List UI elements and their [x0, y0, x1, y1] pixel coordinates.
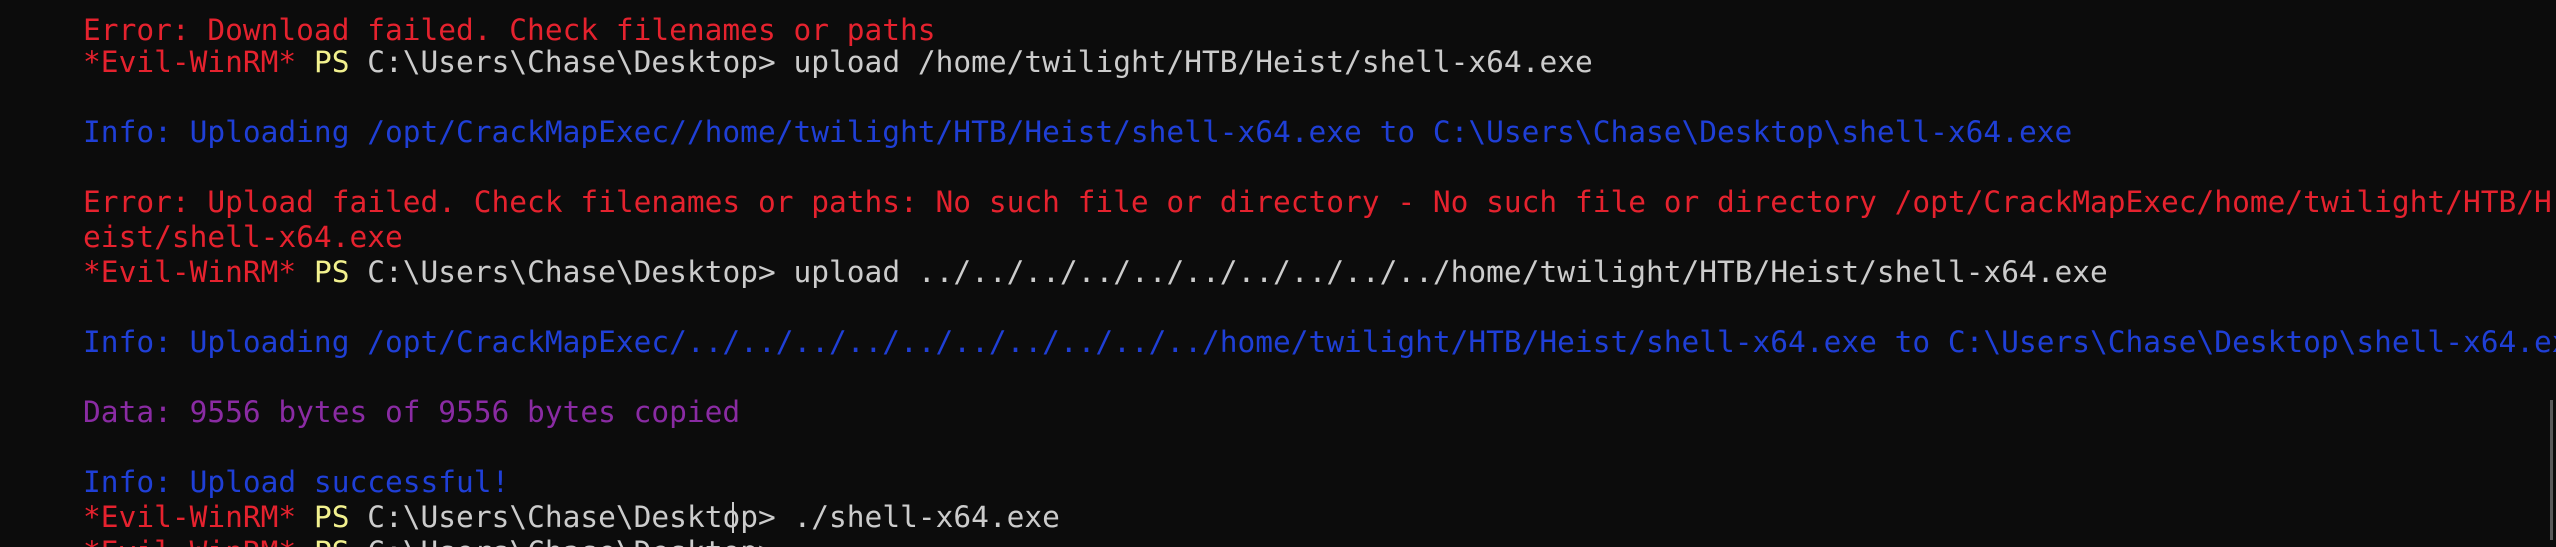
- prompt-ps: PS: [313, 255, 350, 289]
- terminal-window[interactable]: Error: Download failed. Check filenames …: [0, 0, 2556, 547]
- prompt-line-1: *Evil-WinRM* PS C:\Users\Chase\Desktop> …: [12, 10, 1593, 79]
- prompt-tag: *Evil-WinRM*: [83, 535, 296, 547]
- prompt-path: C:\Users\Chase\Desktop>: [367, 255, 776, 289]
- prompt-path: C:\Users\Chase\Desktop>: [367, 45, 776, 79]
- info-text: Info: Uploading /opt/CrackMapExec//home/…: [83, 115, 2073, 149]
- prompt-tag: *Evil-WinRM*: [83, 45, 297, 79]
- info-line-3: Info: Upload successful!: [12, 430, 509, 499]
- data-line: Data: 9556 bytes of 9556 bytes copied: [12, 360, 740, 429]
- error-line-1-wrap: eist/shell-x64.exe: [12, 185, 403, 254]
- info-line-2: Info: Uploading /opt/CrackMapExec/../../…: [12, 290, 2556, 359]
- command-input[interactable]: [776, 535, 794, 547]
- text-cursor: [732, 502, 734, 533]
- data-text: Data: 9556 bytes of 9556 bytes copied: [83, 395, 741, 429]
- error-text: Error: Upload failed. Check filenames or…: [83, 185, 2552, 219]
- prompt-line-3: *Evil-WinRM* PS C:\Users\Chase\Desktop> …: [12, 465, 1060, 534]
- prompt-ps: PS: [314, 535, 350, 547]
- command-text: ./shell-x64.exe: [775, 500, 1060, 534]
- info-text: Info: Uploading /opt/CrackMapExec/../../…: [83, 325, 2556, 359]
- prompt-path: C:\Users\Chase\Desktop>: [367, 535, 776, 547]
- prompt-ps: PS: [313, 45, 350, 79]
- command-text: upload /home/twilight/HTB/Heist/shell-x6…: [775, 45, 1593, 79]
- prompt-line-current[interactable]: *Evil-WinRM* PS C:\Users\Chase\Desktop>: [12, 500, 794, 547]
- prompt-line-2: *Evil-WinRM* PS C:\Users\Chase\Desktop> …: [12, 220, 2108, 289]
- info-line-1: Info: Uploading /opt/CrackMapExec//home/…: [12, 80, 2072, 149]
- command-text: upload ../../../../../../../../../../hom…: [775, 255, 2108, 289]
- error-line-1: Error: Upload failed. Check filenames or…: [12, 150, 2552, 219]
- scrollbar-thumb[interactable]: [2550, 400, 2553, 540]
- prompt-tag: *Evil-WinRM*: [83, 255, 297, 289]
